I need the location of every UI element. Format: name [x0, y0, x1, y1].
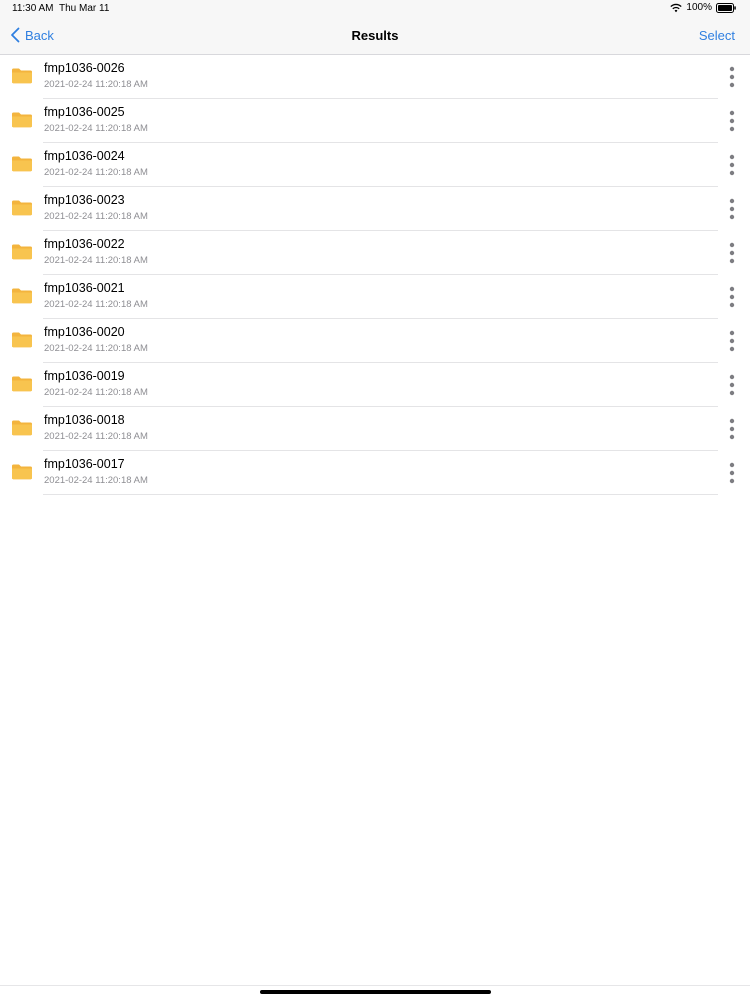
file-list: fmp1036-0026 2021-02-24 11:20:18 AM fmp103…	[0, 55, 750, 495]
list-item[interactable]: fmp1036-0022 2021-02-24 11:20:18 AM	[0, 231, 750, 275]
list-item[interactable]: fmp1036-0026 2021-02-24 11:20:18 AM	[0, 55, 750, 99]
file-name: fmp1036-0026	[44, 61, 125, 75]
more-options-button[interactable]	[726, 66, 738, 88]
more-vertical-icon	[729, 286, 735, 308]
status-bar: 11:30 AM Thu Mar 11 100%	[0, 0, 750, 18]
more-options-button[interactable]	[726, 330, 738, 352]
folder-icon	[12, 332, 32, 348]
more-vertical-icon	[729, 242, 735, 264]
file-name: fmp1036-0022	[44, 237, 125, 251]
file-name: fmp1036-0025	[44, 105, 125, 119]
file-date: 2021-02-24 11:20:18 AM	[44, 255, 148, 266]
file-date: 2021-02-24 11:20:18 AM	[44, 167, 148, 178]
bottom-divider	[0, 985, 750, 986]
home-indicator[interactable]	[260, 990, 491, 994]
folder-icon	[12, 376, 32, 392]
folder-icon	[12, 68, 32, 84]
folder-icon	[12, 420, 32, 436]
folder-icon	[12, 112, 32, 128]
file-name: fmp1036-0021	[44, 281, 125, 295]
folder-icon	[12, 200, 32, 216]
more-vertical-icon	[729, 110, 735, 132]
file-name: fmp1036-0024	[44, 149, 125, 163]
more-options-button[interactable]	[726, 198, 738, 220]
list-item[interactable]: fmp1036-0021 2021-02-24 11:20:18 AM	[0, 275, 750, 319]
file-date: 2021-02-24 11:20:18 AM	[44, 123, 148, 134]
file-date: 2021-02-24 11:20:18 AM	[44, 79, 148, 90]
more-options-button[interactable]	[726, 242, 738, 264]
file-name: fmp1036-0019	[44, 369, 125, 383]
status-time: 11:30 AM	[12, 3, 54, 14]
more-vertical-icon	[729, 330, 735, 352]
file-date: 2021-02-24 11:20:18 AM	[44, 343, 148, 354]
row-divider	[43, 494, 718, 495]
file-date: 2021-02-24 11:20:18 AM	[44, 475, 148, 486]
more-options-button[interactable]	[726, 374, 738, 396]
file-name: fmp1036-0023	[44, 193, 125, 207]
file-date: 2021-02-24 11:20:18 AM	[44, 211, 148, 222]
list-item[interactable]: fmp1036-0025 2021-02-24 11:20:18 AM	[0, 99, 750, 143]
page-title: Results	[351, 28, 399, 43]
more-vertical-icon	[729, 198, 735, 220]
folder-icon	[12, 156, 32, 172]
navigation-bar: Back Results Select	[0, 18, 750, 55]
more-options-button[interactable]	[726, 154, 738, 176]
list-item[interactable]: fmp1036-0019 2021-02-24 11:20:18 AM	[0, 363, 750, 407]
file-name: fmp1036-0020	[44, 325, 125, 339]
more-vertical-icon	[729, 418, 735, 440]
wifi-icon	[670, 3, 683, 12]
status-indicators: 100%	[670, 2, 736, 13]
more-vertical-icon	[729, 374, 735, 396]
folder-icon	[12, 464, 32, 480]
file-name: fmp1036-0017	[44, 457, 125, 471]
list-item[interactable]: fmp1036-0017 2021-02-24 11:20:18 AM	[0, 451, 750, 495]
battery-percent: 100%	[686, 2, 712, 13]
file-name: fmp1036-0018	[44, 413, 125, 427]
list-item[interactable]: fmp1036-0020 2021-02-24 11:20:18 AM	[0, 319, 750, 363]
more-options-button[interactable]	[726, 286, 738, 308]
more-options-button[interactable]	[726, 462, 738, 484]
file-date: 2021-02-24 11:20:18 AM	[44, 299, 148, 310]
file-date: 2021-02-24 11:20:18 AM	[44, 387, 148, 398]
folder-icon	[12, 288, 32, 304]
more-options-button[interactable]	[726, 418, 738, 440]
list-item[interactable]: fmp1036-0023 2021-02-24 11:20:18 AM	[0, 187, 750, 231]
more-vertical-icon	[729, 154, 735, 176]
status-date: Thu Mar 11	[59, 3, 110, 14]
battery-icon	[716, 2, 736, 13]
more-vertical-icon	[729, 462, 735, 484]
select-button[interactable]: Select	[699, 28, 735, 43]
list-item[interactable]: fmp1036-0024 2021-02-24 11:20:18 AM	[0, 143, 750, 187]
folder-icon	[12, 244, 32, 260]
list-item[interactable]: fmp1036-0018 2021-02-24 11:20:18 AM	[0, 407, 750, 451]
more-vertical-icon	[729, 66, 735, 88]
more-options-button[interactable]	[726, 110, 738, 132]
file-date: 2021-02-24 11:20:18 AM	[44, 431, 148, 442]
